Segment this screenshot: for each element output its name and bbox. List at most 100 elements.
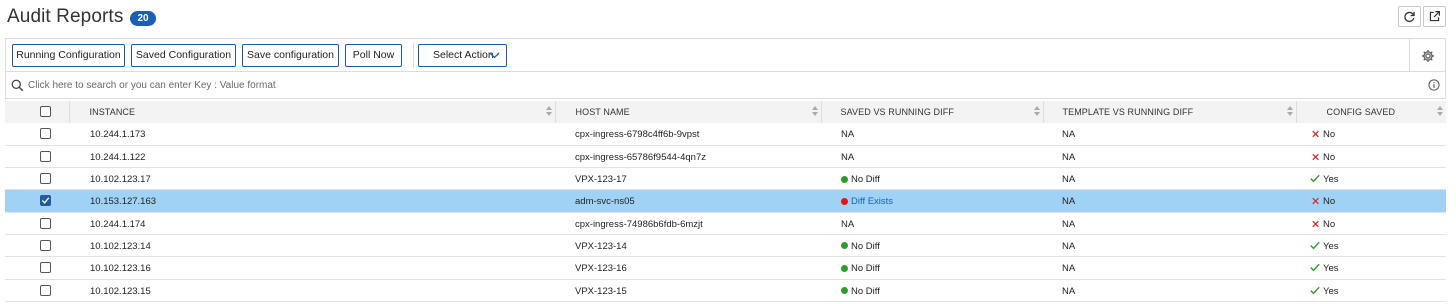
status-ok-dot [841,287,848,295]
row-select-cell [5,279,69,302]
host-name-value: cpx-ingress-65786f9544-4qn7z [575,151,706,163]
host-name-value: cpx-ingress-74986b6fdb-6mzjt [575,218,703,230]
table-row[interactable]: 10.102.123.15 VPX-123-15 No Diff NA Yes [5,279,1446,302]
instance-value: 10.102.123.15 [90,285,151,297]
saved-vs-running-cell: No Diff [821,167,1043,191]
column-header-template-vs-running[interactable]: TEMPLATE VS RUNNING DIFF [1043,101,1297,123]
host-name-cell: VPX-123-16 [555,256,821,280]
diff-exists-link[interactable]: Diff Exists [851,196,893,207]
select-all-header [5,101,70,123]
template-vs-running-cell: NA [1043,145,1296,169]
check-icon [1310,286,1320,294]
template-vs-running-cell: NA [1043,256,1296,280]
host-name-cell: cpx-ingress-74986b6fdb-6mzjt [555,212,821,235]
instance-cell: 10.244.1.174 [69,212,555,235]
instance-cell: 10.244.1.122 [69,145,555,169]
saved-vs-running-cell: No Diff [821,256,1043,280]
config-saved-cell: Yes [1296,234,1446,258]
instance-cell: 10.244.1.173 [69,123,555,146]
row-checkbox[interactable] [40,239,51,251]
column-label: HOST NAME [575,107,630,117]
search-input[interactable] [26,76,1406,95]
table-row[interactable]: 10.244.1.122 cpx-ingress-65786f9544-4qn7z… [5,145,1446,169]
config-saved-value: No [1323,218,1336,230]
saved-diff-value: No Diff [851,240,880,252]
saved-diff-value: No Diff [851,174,880,186]
toolbar: Running Configuration Saved Configuratio… [5,38,1446,72]
column-header-host-name[interactable]: HOST NAME [555,101,822,123]
row-select-cell [5,145,69,169]
table-row[interactable]: 10.102.123.14 VPX-123-14 No Diff NA Yes [5,234,1446,258]
config-saved-cell: Yes [1296,167,1446,191]
column-header-instance[interactable]: INSTANCE [69,101,556,123]
row-checkbox[interactable] [40,128,51,139]
sort-icon [1033,106,1040,116]
popout-button[interactable] [1423,6,1446,27]
row-checkbox[interactable] [40,150,51,162]
host-name-cell: cpx-ingress-6798c4ff6b-9vpst [555,123,821,146]
cross-icon [1312,198,1319,205]
saved-diff-value: No Diff [851,263,880,275]
select-action-dropdown[interactable]: Select Action [418,44,507,67]
table-row[interactable]: 10.244.1.173 cpx-ingress-6798c4ff6b-9vpst… [5,123,1446,146]
table-row[interactable]: 10.153.127.163 adm-svc-ns05 Diff Exists NA N… [5,189,1446,213]
saved-diff-value: No Diff [851,285,880,297]
instance-value: 10.244.1.174 [90,218,146,230]
column-label: CONFIG SAVED [1326,107,1396,117]
saved-diff-value: NA [841,218,855,230]
row-checkbox[interactable] [40,217,51,229]
instance-value: 10.244.1.173 [90,129,146,140]
settings-button[interactable] [1409,39,1445,72]
template-vs-running-cell: NA [1043,167,1296,191]
column-header-config-saved[interactable]: CONFIG SAVED [1296,101,1446,123]
select-all-checkbox[interactable] [40,106,51,117]
template-diff-value: NA [1062,174,1076,186]
saved-diff-value: NA [841,151,855,163]
cross-icon [1312,153,1319,161]
saved-vs-running-cell: No Diff [821,234,1043,258]
template-diff-value: NA [1062,151,1076,163]
instance-value: 10.102.123.16 [90,263,151,275]
table-row[interactable]: 10.102.123.16 VPX-123-16 No Diff NA Yes [5,256,1446,280]
row-checkbox[interactable] [40,262,51,274]
template-diff-value: NA [1062,196,1076,208]
saved-vs-running-cell: NA [821,123,1043,146]
count-badge: 20 [130,11,156,26]
host-name-cell: cpx-ingress-65786f9544-4qn7z [555,145,821,169]
saved-configuration-button[interactable]: Saved Configuration [131,44,236,67]
template-vs-running-cell: NA [1043,212,1296,235]
config-saved-value: Yes [1323,263,1339,275]
sort-icon [1437,106,1443,116]
row-checkbox[interactable] [40,195,51,207]
table-row[interactable]: 10.244.1.174 cpx-ingress-74986b6fdb-6mzjt… [5,212,1446,235]
audit-table: INSTANCE HOST NAME SAVED VS RUNNING DIFF… [5,101,1446,302]
refresh-icon [1404,11,1415,22]
save-configuration-button[interactable]: Save configuration [242,44,339,67]
table-header-row: INSTANCE HOST NAME SAVED VS RUNNING DIFF… [5,101,1446,123]
status-ok-dot [841,264,848,272]
saved-vs-running-cell: NA [821,145,1043,169]
row-checkbox[interactable] [40,173,51,185]
row-select-cell [5,189,69,213]
saved-diff-value: NA [841,129,855,140]
instance-cell: 10.102.123.15 [69,279,555,302]
running-configuration-button[interactable]: Running Configuration [12,44,125,67]
instance-cell: 10.102.123.16 [69,256,555,280]
instance-value: 10.102.123.14 [90,240,151,252]
info-icon[interactable] [1428,79,1440,91]
refresh-button[interactable] [1398,6,1421,27]
saved-vs-running-cell: No Diff [821,279,1043,302]
column-header-saved-vs-running[interactable]: SAVED VS RUNNING DIFF [821,101,1044,123]
host-name-value: adm-svc-ns05 [575,196,635,208]
template-diff-value: NA [1062,263,1076,275]
gear-icon [1421,49,1434,62]
row-checkbox[interactable] [40,284,51,296]
row-select-cell [5,123,69,146]
host-name-value: cpx-ingress-6798c4ff6b-9vpst [575,129,700,140]
host-name-cell: VPX-123-14 [555,234,821,258]
table-row[interactable]: 10.102.123.17 VPX-123-17 No Diff NA Yes [5,167,1446,191]
column-label: TEMPLATE VS RUNNING DIFF [1062,107,1194,117]
instance-cell: 10.102.123.14 [69,234,555,258]
host-name-value: VPX-123-17 [575,174,627,186]
poll-now-button[interactable]: Poll Now [345,44,402,67]
